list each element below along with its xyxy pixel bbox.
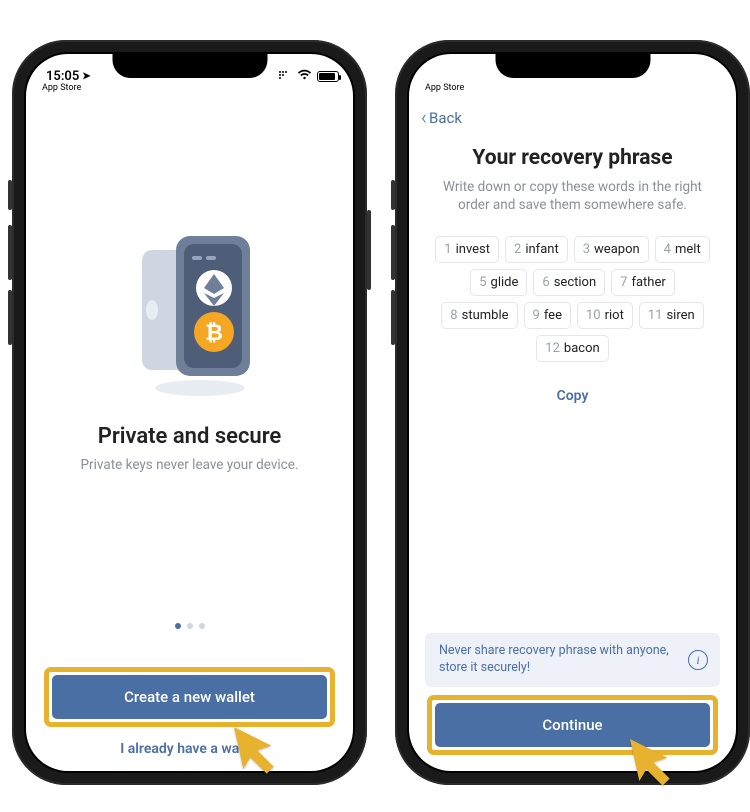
recovery-word: 6 section bbox=[533, 269, 605, 296]
recovery-word: 3 weapon bbox=[574, 236, 649, 263]
word-index: 7 bbox=[620, 275, 627, 290]
word-index: 9 bbox=[533, 308, 540, 323]
word-index: 10 bbox=[586, 308, 601, 323]
recovery-word: 2 infant bbox=[505, 236, 568, 263]
already-have-wallet-link[interactable]: I already have a wallet bbox=[120, 741, 258, 757]
word-text: invest bbox=[456, 242, 490, 257]
recovery-word: 10 riot bbox=[577, 302, 633, 329]
word-text: stumble bbox=[462, 308, 509, 323]
page-title: Your recovery phrase bbox=[429, 146, 716, 170]
status-breadcrumb[interactable]: App Store bbox=[425, 83, 464, 93]
svg-text:₿: ₿ bbox=[205, 320, 223, 345]
recovery-word: 12 bacon bbox=[536, 335, 608, 362]
page-dot bbox=[187, 623, 193, 629]
page-indicator bbox=[46, 623, 333, 629]
continue-button[interactable]: Continue bbox=[435, 703, 710, 747]
recovery-word: 8 stumble bbox=[441, 302, 517, 329]
onboarding-title: Private and secure bbox=[46, 424, 333, 449]
word-index: 6 bbox=[542, 275, 549, 290]
word-text: section bbox=[554, 275, 596, 290]
onboarding-content: ₿ Private and secure Private keys never … bbox=[26, 98, 353, 629]
status-time: 15:05 bbox=[46, 69, 79, 84]
recovery-word: 11siren bbox=[639, 302, 704, 329]
info-icon[interactable]: i bbox=[688, 650, 708, 670]
phone-mockup-onboarding: App Store 15:05 ➤ bbox=[12, 40, 367, 785]
word-index: 11 bbox=[648, 308, 663, 323]
page-dot bbox=[175, 623, 181, 629]
word-text: bacon bbox=[564, 341, 600, 356]
word-index: 3 bbox=[583, 242, 590, 257]
status-breadcrumb[interactable]: App Store bbox=[42, 83, 81, 93]
chevron-left-icon: ‹ bbox=[421, 107, 427, 127]
word-text: infant bbox=[525, 242, 558, 257]
word-text: melt bbox=[675, 242, 701, 257]
highlight-frame: Create a new wallet bbox=[44, 667, 335, 727]
location-arrow-icon: ➤ bbox=[82, 71, 90, 82]
notice-text: Never share recovery phrase with anyone,… bbox=[439, 643, 669, 675]
word-text: fee bbox=[544, 308, 562, 323]
nav-bar: ‹ Back bbox=[409, 98, 736, 138]
word-index: 8 bbox=[450, 308, 457, 323]
word-index: 12 bbox=[545, 341, 560, 356]
page-dot bbox=[199, 623, 205, 629]
recovery-word: 1 invest bbox=[435, 236, 499, 263]
wifi-icon bbox=[297, 69, 312, 83]
vault-illustration: ₿ bbox=[120, 228, 260, 398]
recovery-word: 4 melt bbox=[655, 236, 710, 263]
word-text: riot bbox=[605, 308, 624, 323]
recovery-word: 9 fee bbox=[524, 302, 571, 329]
phone-mockup-recovery: App Store ‹ Back Your recovery phrase Wr… bbox=[395, 40, 750, 785]
back-label: Back bbox=[429, 109, 462, 127]
copy-button[interactable]: Copy bbox=[429, 388, 716, 404]
create-wallet-button[interactable]: Create a new wallet bbox=[52, 675, 327, 719]
page-subtitle: Write down or copy these words in the ri… bbox=[429, 178, 716, 214]
highlight-frame: Continue bbox=[427, 695, 718, 755]
word-text: glide bbox=[491, 275, 519, 290]
security-notice: Never share recovery phrase with anyone,… bbox=[425, 633, 720, 687]
back-button[interactable]: ‹ Back bbox=[421, 108, 462, 128]
battery-icon bbox=[317, 71, 339, 82]
indicator-dots-icon bbox=[278, 70, 292, 83]
word-index: 2 bbox=[514, 242, 521, 257]
word-text: father bbox=[631, 275, 665, 290]
word-text: siren bbox=[666, 308, 694, 323]
word-text: weapon bbox=[594, 242, 640, 257]
recovery-content: Your recovery phrase Write down or copy … bbox=[409, 146, 736, 404]
recovery-word: 7 father bbox=[611, 269, 675, 296]
word-index: 5 bbox=[479, 275, 486, 290]
recovery-word: 5 glide bbox=[470, 269, 527, 296]
word-index: 4 bbox=[664, 242, 671, 257]
word-index: 1 bbox=[444, 242, 451, 257]
recovery-words-grid: 1 invest 2 infant 3 weapon 4 melt 5 glide 6 section… bbox=[429, 236, 716, 362]
onboarding-subtitle: Private keys never leave your device. bbox=[46, 457, 333, 473]
